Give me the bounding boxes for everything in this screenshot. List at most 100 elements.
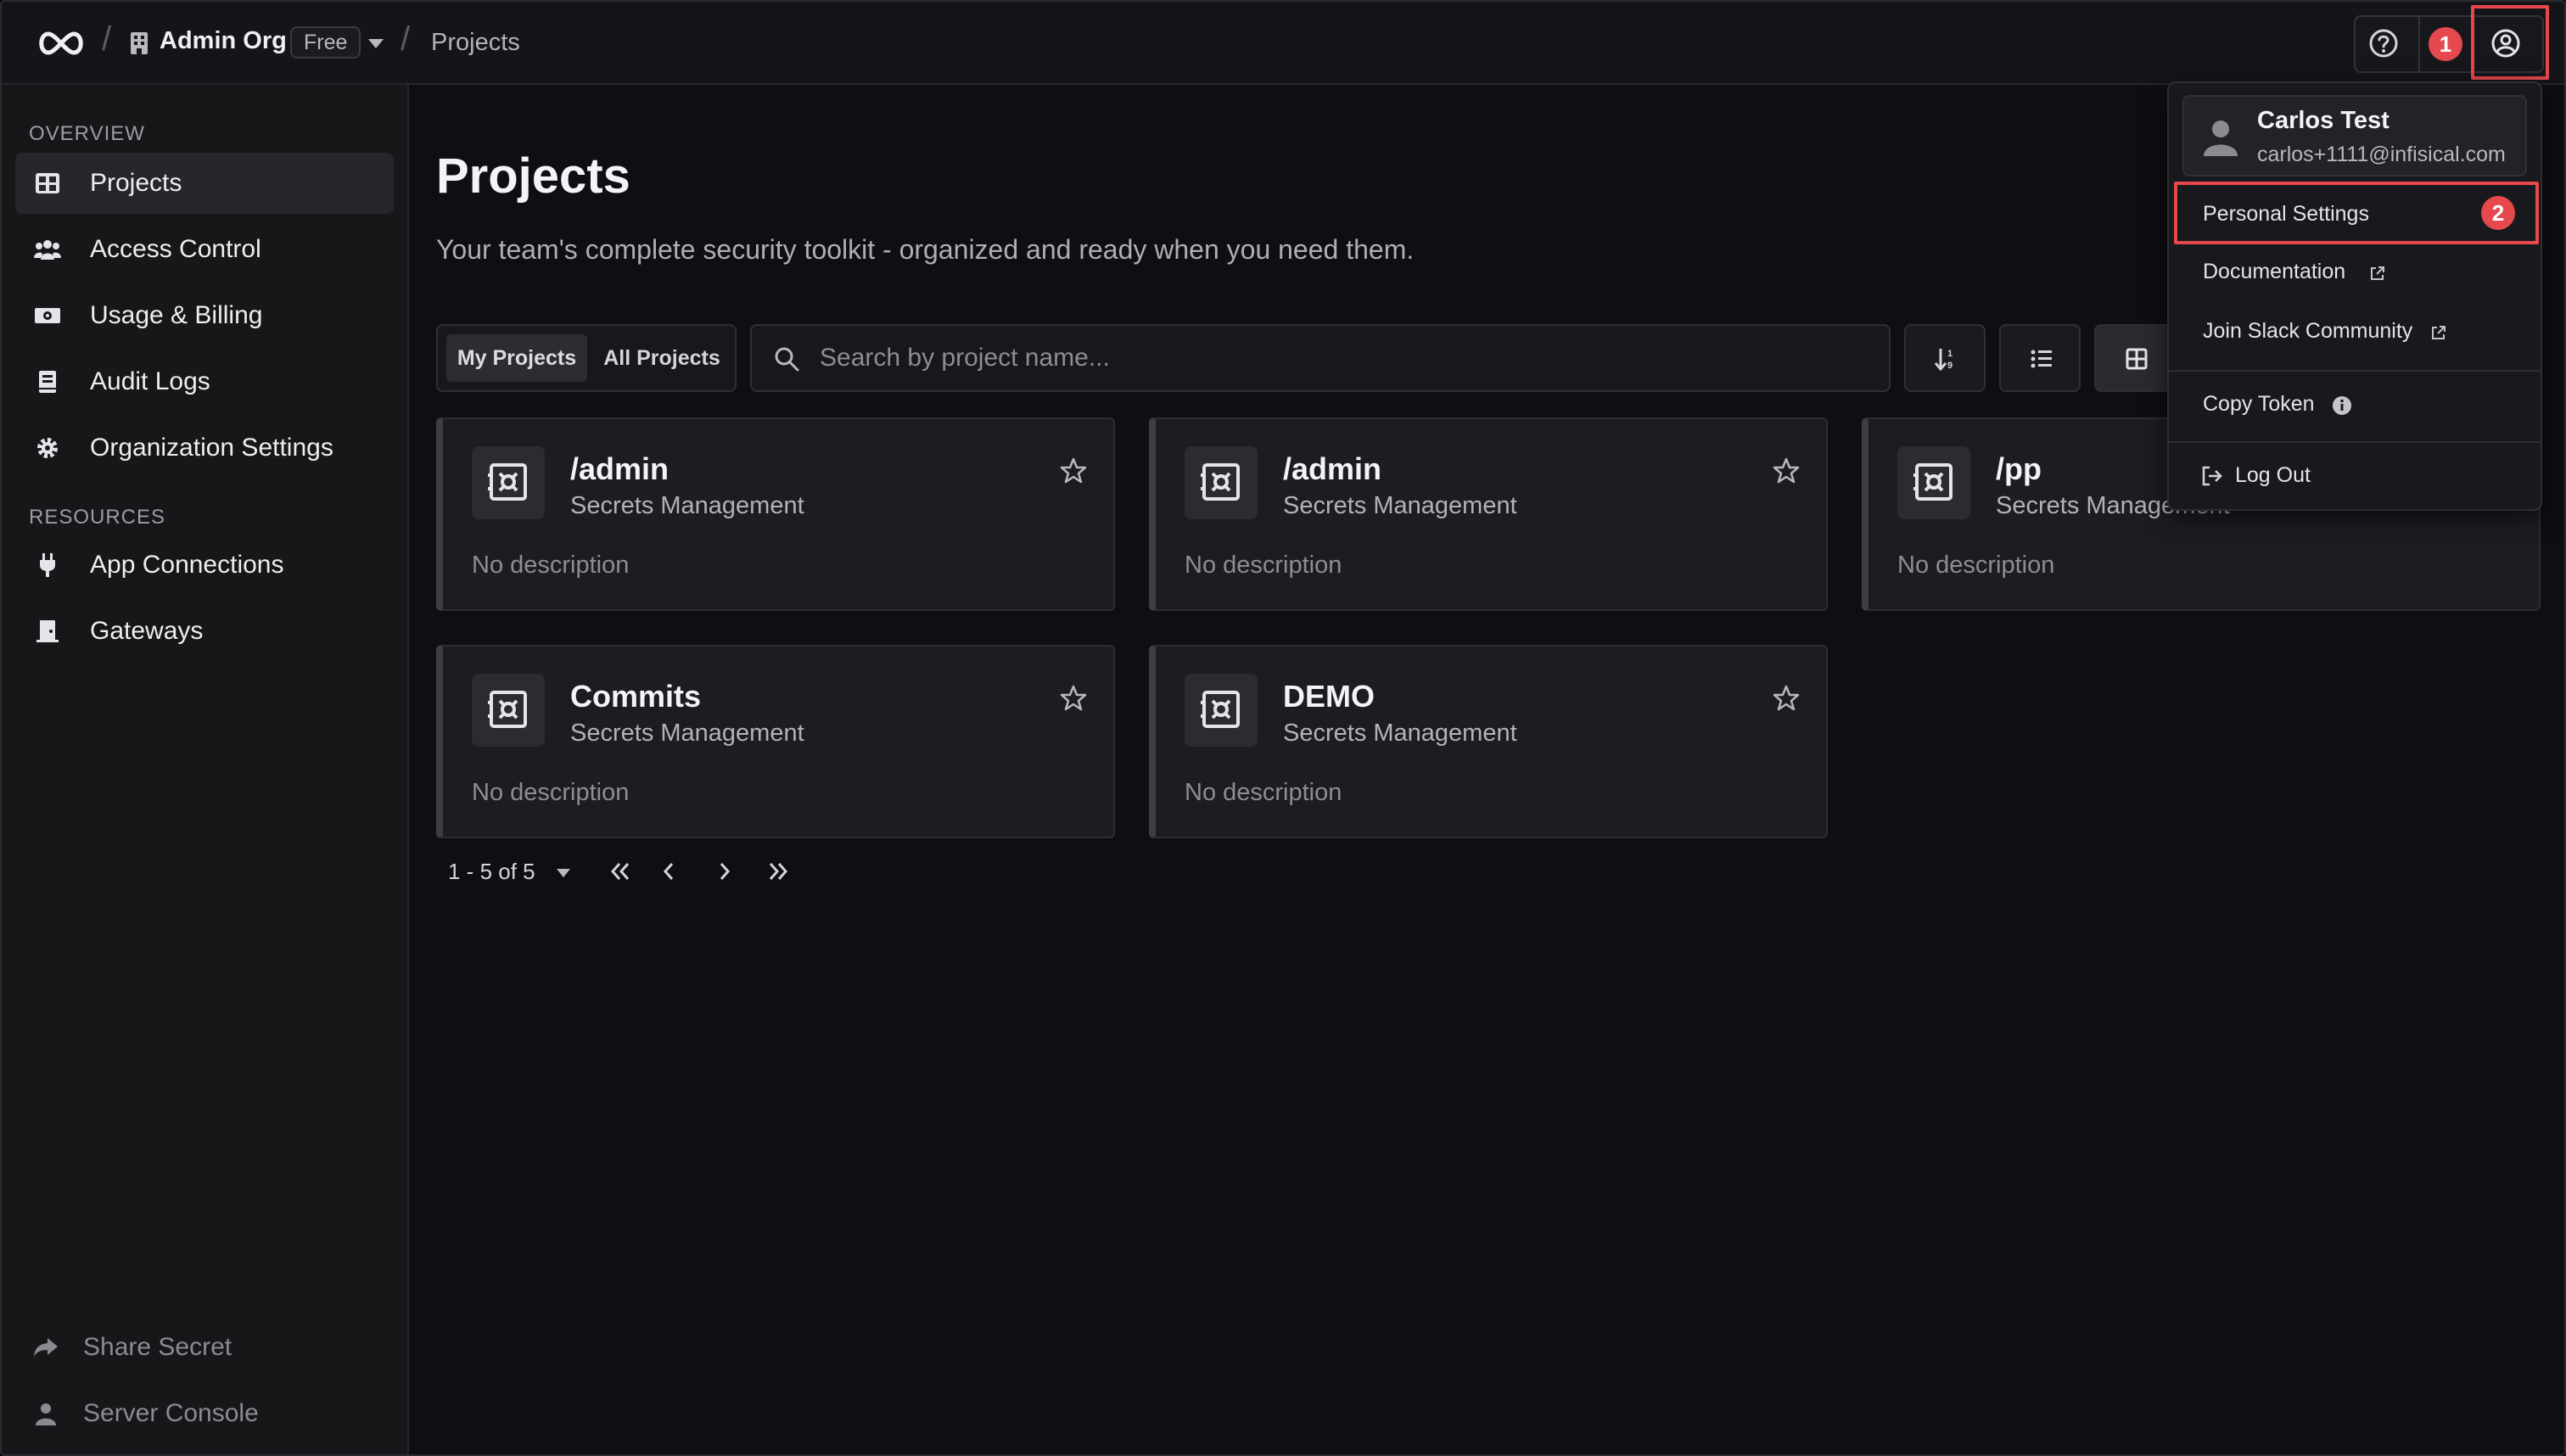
sidebar-item-label: Usage & Billing (90, 301, 263, 329)
menu-item-label: Documentation (2203, 260, 2346, 283)
info-icon (2333, 396, 2351, 415)
sidebar-item-projects[interactable]: Projects (15, 153, 394, 214)
menu-item-log-out[interactable]: Log Out (2184, 450, 2529, 501)
project-card[interactable]: Commits Secrets Management No descriptio… (436, 645, 1115, 838)
section-label-overview: OVERVIEW (29, 122, 145, 145)
tab-my-projects[interactable]: My Projects (446, 334, 587, 382)
logout-icon (2202, 466, 2222, 486)
org-name[interactable]: Admin Org (160, 27, 287, 55)
sidebar-item-audit-logs[interactable]: Audit Logs (15, 351, 394, 412)
breadcrumb-projects[interactable]: Projects (431, 29, 520, 57)
last-page-icon[interactable] (764, 859, 793, 884)
star-icon[interactable] (1059, 456, 1088, 485)
page-title: Projects (436, 148, 630, 204)
users-icon (34, 240, 61, 260)
grid-icon (2126, 348, 2148, 370)
external-link-icon (2371, 266, 2384, 280)
plan-badge: Free (290, 26, 361, 59)
page-subtitle: Your team's complete security toolkit - … (436, 234, 1415, 265)
sidebar-item-organization-settings[interactable]: Organization Settings (15, 417, 394, 479)
user-email: carlos+1111@infisical.com (2257, 143, 2506, 166)
step-marker-2: 2 (2481, 196, 2515, 230)
book-icon (39, 371, 56, 393)
org-switcher-chevron-down-icon[interactable] (368, 39, 384, 48)
door-icon (36, 620, 59, 642)
sort-button[interactable]: 1 9 (1904, 324, 1986, 392)
vault-icon (472, 446, 545, 519)
sidebar-item-label: Server Console (83, 1399, 259, 1427)
sidebar-item-usage-billing[interactable]: Usage & Billing (15, 285, 394, 346)
sidebar: OVERVIEW Projects Access Control Usage &… (2, 85, 409, 1454)
project-title: DEMO (1283, 679, 1375, 714)
project-description: No description (1185, 779, 1342, 806)
vault-icon (1185, 674, 1258, 747)
menu-item-documentation[interactable]: Documentation (2184, 246, 2529, 297)
star-icon[interactable] (1059, 684, 1088, 713)
divider (2418, 17, 2420, 71)
sidebar-item-label: Audit Logs (90, 367, 210, 395)
sidebar-item-share-secret[interactable]: Share Secret (15, 1317, 394, 1378)
external-link-icon (2432, 326, 2446, 339)
menu-item-label: Join Slack Community (2203, 319, 2413, 343)
sidebar-item-label: Gateways (90, 617, 204, 645)
project-type: Secrets Management (1283, 720, 1517, 747)
vault-icon (472, 674, 545, 747)
tab-all-projects[interactable]: All Projects (596, 334, 728, 382)
money-icon (35, 308, 60, 323)
sidebar-item-label: Access Control (90, 235, 261, 263)
search-input[interactable] (820, 338, 1838, 378)
star-icon[interactable] (1772, 456, 1801, 485)
menu-divider (2169, 441, 2541, 443)
share-icon (34, 1338, 58, 1357)
app-window: / Admin Org Free / Projects 1 OVERVIEW P… (0, 0, 2566, 1456)
user-menu-dropdown: Carlos Test carlos+1111@infisical.com Pe… (2167, 81, 2542, 511)
sidebar-item-label: Projects (90, 169, 182, 197)
project-description: No description (472, 779, 630, 806)
project-type: Secrets Management (570, 720, 804, 747)
section-label-resources: RESOURCES (29, 506, 166, 529)
breadcrumb-separator: / (102, 20, 112, 58)
sidebar-item-label: App Connections (90, 551, 284, 579)
project-card[interactable]: /admin Secrets Management No description (1149, 417, 1828, 611)
previous-page-icon[interactable] (655, 859, 684, 884)
breadcrumb-separator: / (401, 20, 411, 58)
menu-item-join-slack[interactable]: Join Slack Community (2184, 305, 2529, 356)
menu-item-label: Copy Token (2203, 392, 2315, 416)
sidebar-item-server-console[interactable]: Server Console (15, 1383, 394, 1444)
vault-icon (1185, 446, 1258, 519)
project-title: /pp (1996, 451, 2042, 486)
menu-item-copy-token[interactable]: Copy Token (2184, 378, 2529, 429)
user-info: Carlos Test carlos+1111@infisical.com (2182, 95, 2527, 176)
sidebar-item-label: Organization Settings (90, 434, 333, 462)
sort-icon: 1 9 (1935, 349, 1953, 372)
first-page-icon[interactable] (606, 859, 635, 884)
sidebar-item-gateways[interactable]: Gateways (15, 601, 394, 662)
next-page-icon[interactable] (709, 859, 738, 884)
project-card[interactable]: DEMO Secrets Management No description (1149, 645, 1828, 838)
sidebar-item-label: Share Secret (83, 1333, 233, 1361)
vault-icon (1897, 446, 1970, 519)
infinity-logo-icon[interactable] (36, 27, 87, 59)
pagination-label[interactable]: 1 - 5 of 5 (448, 859, 535, 885)
user-icon (36, 1403, 56, 1425)
project-filter-tabs: My Projects All Projects (436, 324, 737, 392)
search-box (750, 324, 1891, 392)
sidebar-item-app-connections[interactable]: App Connections (15, 535, 394, 596)
star-icon[interactable] (1772, 684, 1801, 713)
step-marker-1: 1 (2429, 27, 2462, 61)
sidebar-item-access-control[interactable]: Access Control (15, 219, 394, 280)
plug-icon (40, 553, 55, 577)
highlight-user-button (2471, 5, 2549, 80)
help-icon[interactable] (2366, 25, 2401, 61)
menu-divider (2169, 370, 2541, 372)
grid-icon (36, 173, 59, 193)
list-view-button[interactable] (1999, 324, 2081, 392)
project-type: Secrets Management (570, 492, 804, 519)
building-icon (131, 32, 148, 54)
project-card[interactable]: /admin Secrets Management No description (436, 417, 1115, 611)
top-bar: / Admin Org Free / Projects (2, 2, 2564, 85)
search-icon (775, 347, 799, 372)
page-size-chevron-down-icon[interactable] (557, 869, 570, 877)
user-name: Carlos Test (2257, 107, 2390, 134)
list-icon (2031, 350, 2052, 368)
